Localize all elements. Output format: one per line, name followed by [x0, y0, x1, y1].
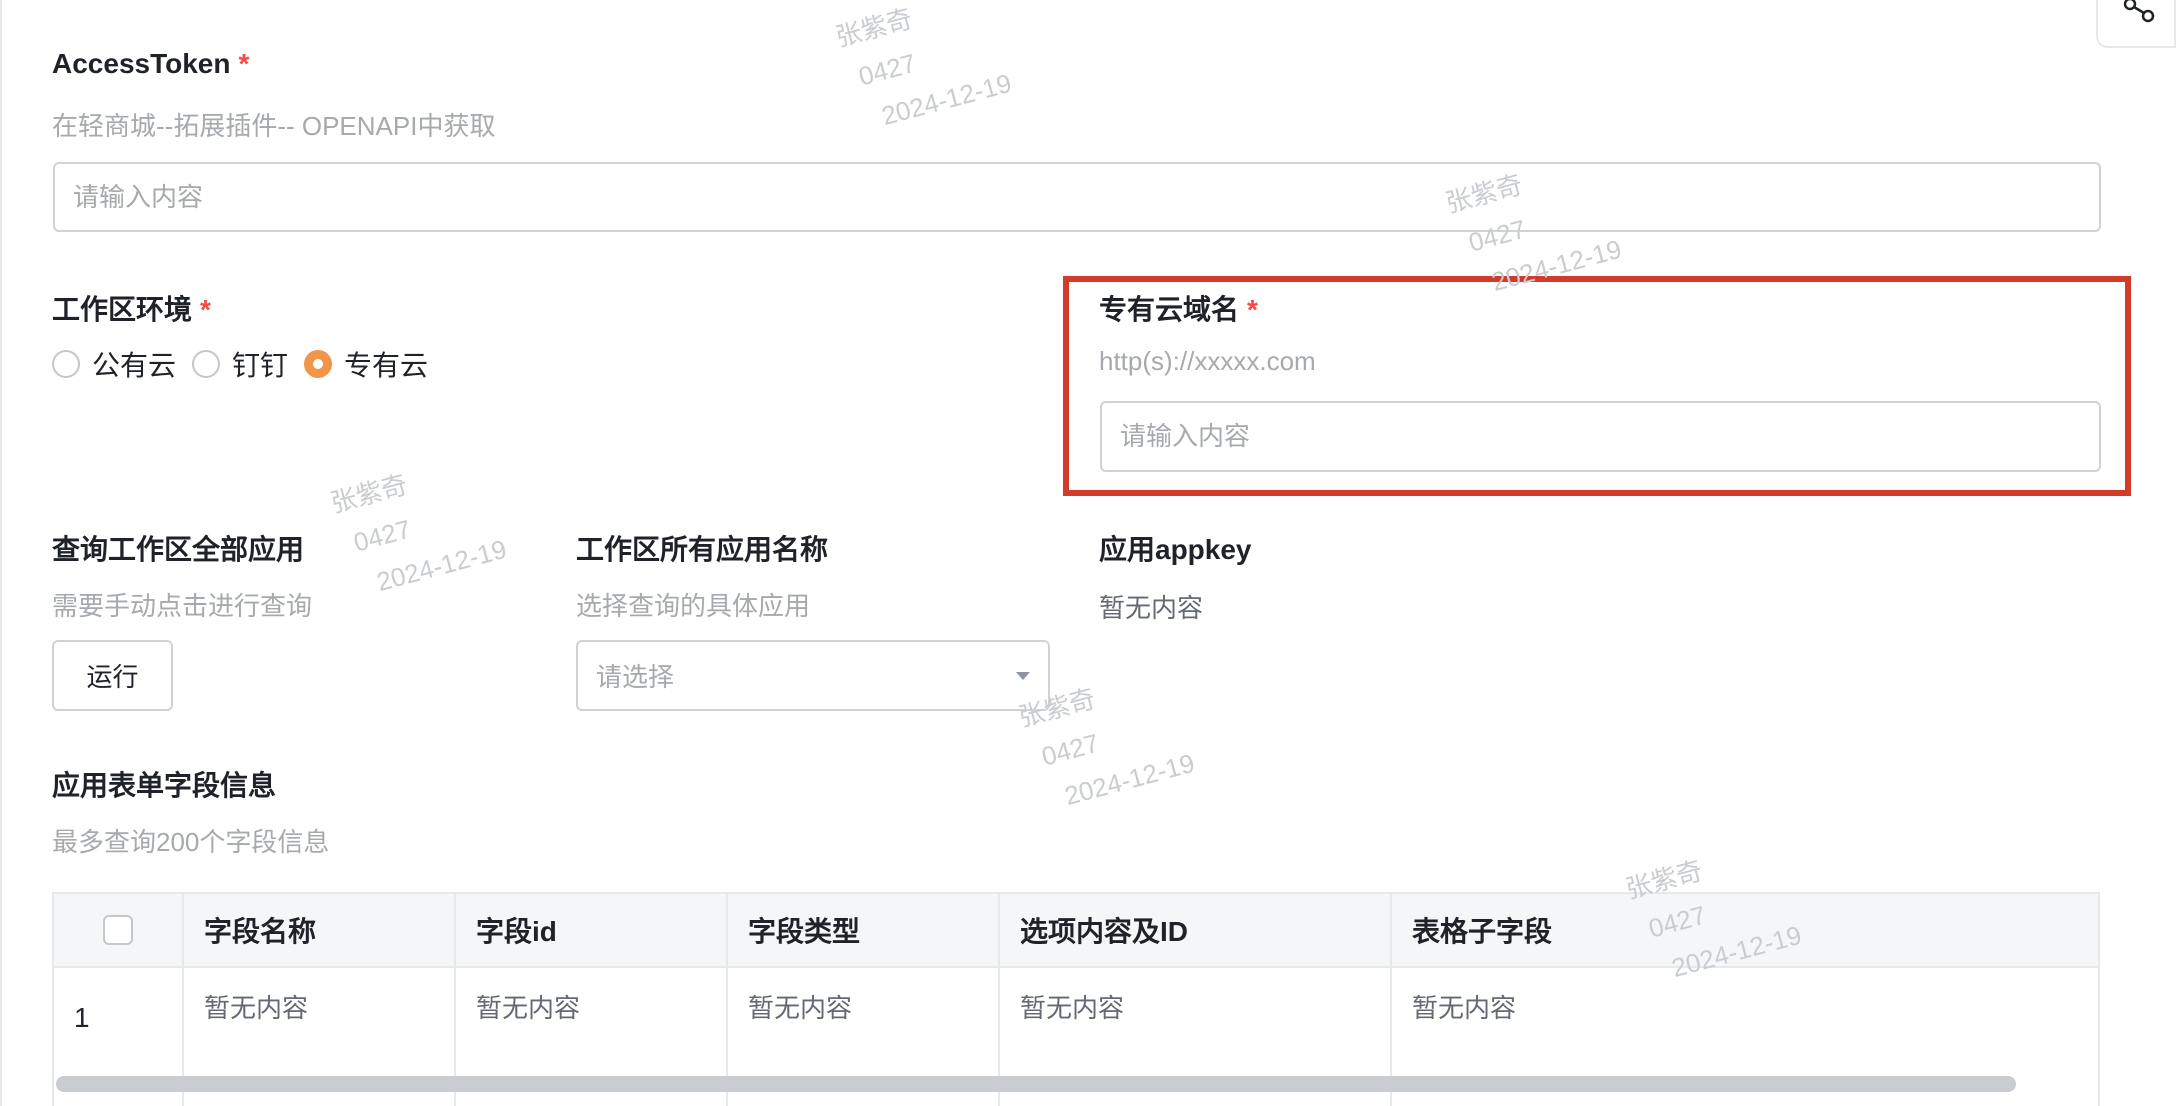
share-icon	[2123, 0, 2155, 23]
required-mark: *	[238, 48, 250, 79]
app-key-label: 应用appkey	[1099, 534, 1252, 565]
required-mark: *	[1247, 294, 1258, 325]
accesstoken-description: 在轻商城--拓展插件-- OPENAPI中获取	[52, 111, 496, 141]
app-names-description: 选择查询的具体应用	[576, 591, 811, 621]
select-placeholder: 请选择	[596, 662, 675, 692]
column-header: 字段类型	[728, 894, 1000, 966]
table-header: 字段名称 字段id 字段类型 选项内容及ID 表格子字段	[54, 894, 2098, 968]
private-cloud-domain-input[interactable]	[1100, 401, 2101, 472]
form-fields-description: 最多查询200个字段信息	[52, 827, 330, 857]
share-button[interactable]	[2096, 0, 2176, 48]
select-all-checkbox[interactable]	[103, 915, 133, 945]
watermark: 张紫奇 0427 2024-12-19	[326, 442, 512, 610]
radio-button-checked-icon[interactable]	[304, 350, 333, 378]
column-header: 字段id	[456, 894, 728, 966]
app-names-select[interactable]: 请选择	[576, 640, 1050, 711]
radio-label: 专有云	[344, 350, 429, 381]
select-all-cell	[54, 894, 184, 966]
workspace-env-label: 工作区环境 *	[52, 288, 211, 328]
run-button[interactable]: 运行	[52, 640, 173, 711]
accesstoken-label-text: AccessToken	[52, 48, 231, 79]
radio-label: 公有云	[92, 350, 177, 381]
private-cloud-domain-label-text: 专有云域名	[1099, 294, 1240, 325]
watermark-code: 0427	[1038, 727, 1103, 772]
private-cloud-domain-label: 专有云域名 *	[1099, 288, 1258, 328]
workspace-env-label-text: 工作区环境	[52, 294, 193, 325]
query-all-apps-description: 需要手动点击进行查询	[52, 591, 313, 621]
panel-border	[0, 0, 2, 1106]
radio-public-cloud[interactable]: 公有云	[52, 344, 176, 384]
query-all-apps-label: 查询工作区全部应用	[52, 534, 305, 565]
row-index: 1	[74, 1002, 90, 1033]
radio-label: 钉钉	[232, 350, 289, 381]
radio-private-cloud[interactable]: 专有云	[304, 344, 428, 384]
watermark-date: 2024-12-19	[1061, 747, 1198, 812]
watermark-code: 0427	[855, 47, 920, 92]
radio-button-icon[interactable]	[52, 350, 80, 378]
column-header: 表格子字段	[1412, 916, 1553, 947]
chevron-down-icon[interactable]	[1016, 671, 1030, 680]
radio-button-icon[interactable]	[192, 350, 221, 378]
watermark-name: 张紫奇	[327, 469, 411, 519]
form-fields-table: 字段名称 字段id 字段类型 选项内容及ID 表格子字段 1 暂无内容 暂无内容…	[52, 892, 2100, 1106]
workspace-env-radio-group: 公有云 钉钉 专有云	[52, 344, 444, 384]
watermark-date: 2024-12-19	[373, 533, 510, 598]
column-header: 字段名称	[184, 894, 456, 966]
horizontal-scrollbar[interactable]	[56, 1076, 2016, 1092]
app-key-value: 暂无内容	[1099, 593, 1204, 623]
watermark-code: 0427	[350, 513, 415, 558]
watermark-name: 张紫奇	[832, 3, 916, 53]
radio-dingtalk[interactable]: 钉钉	[192, 344, 288, 384]
form-page: AccessToken* 在轻商城--拓展插件-- OPENAPI中获取 工作区…	[0, 0, 2176, 1106]
accesstoken-input[interactable]	[53, 162, 2101, 232]
watermark: 张紫奇 0427 2024-12-19	[831, 0, 1017, 144]
form-fields-label: 应用表单字段信息	[52, 770, 277, 801]
accesstoken-label: AccessToken *	[52, 48, 249, 80]
column-header: 选项内容及ID	[1000, 894, 1392, 966]
private-cloud-domain-description: http(s)://xxxxx.com	[1099, 346, 1316, 376]
app-names-label: 工作区所有应用名称	[576, 534, 829, 565]
watermark-date: 2024-12-19	[878, 67, 1015, 132]
required-mark: *	[200, 294, 211, 325]
